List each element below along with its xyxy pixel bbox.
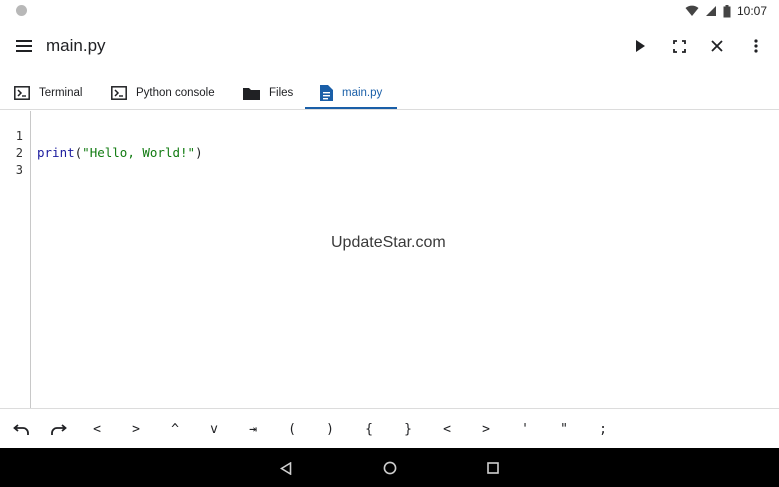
key-paren-close[interactable]: ) (317, 417, 343, 441)
line-number-gutter: 1 2 3 (0, 111, 31, 408)
tab-python-console[interactable]: Python console (111, 76, 215, 110)
recents-icon[interactable] (484, 459, 502, 477)
tab-terminal[interactable]: Terminal (14, 76, 82, 110)
code-paren-close: ) (195, 145, 203, 160)
signal-icon (705, 5, 717, 17)
line-number: 1 (15, 129, 23, 143)
menu-icon[interactable] (12, 34, 36, 58)
page-title: main.py (46, 36, 106, 55)
more-vert-icon[interactable] (744, 34, 768, 58)
status-indicators: 10:07 (685, 3, 767, 19)
code-editor[interactable]: 1 2 3 print("Hello, World!") UpdateStar.… (0, 111, 779, 408)
key-arrow-up[interactable]: ^ (162, 417, 188, 441)
tab-bar: Terminal Python console Files main.py (0, 76, 779, 110)
folder-icon (243, 87, 260, 100)
file-icon (320, 85, 333, 101)
tab-label: Terminal (39, 87, 83, 99)
battery-icon (723, 4, 731, 18)
play-icon[interactable] (628, 34, 652, 58)
key-arrow-right[interactable]: > (123, 417, 149, 441)
wifi-icon (685, 5, 699, 17)
tab-label: Files (269, 87, 294, 99)
active-tab-indicator (305, 107, 397, 109)
notification-dot-icon (16, 5, 27, 16)
line-number: 2 (15, 146, 23, 160)
code-string: "Hello, World!" (82, 145, 196, 160)
fullscreen-icon[interactable] (667, 34, 691, 58)
home-icon[interactable] (381, 459, 399, 477)
key-greater-than[interactable]: > (473, 417, 499, 441)
line-number: 3 (15, 163, 23, 177)
back-icon[interactable] (277, 459, 295, 477)
key-paren-open[interactable]: ( (279, 417, 305, 441)
terminal-icon (14, 86, 30, 100)
system-nav-bar (0, 448, 779, 487)
redo-icon[interactable] (46, 417, 72, 441)
watermark-text: UpdateStar.com (331, 234, 446, 251)
key-single-quote[interactable]: ' (512, 417, 538, 441)
key-arrow-down[interactable]: v (201, 417, 227, 441)
key-less-than[interactable]: < (434, 417, 460, 441)
code-line-2[interactable]: print("Hello, World!") (37, 145, 203, 160)
status-bar: 10:07 (0, 0, 779, 22)
terminal-icon (111, 86, 127, 100)
app-bar: main.py (0, 22, 779, 70)
close-icon[interactable] (705, 34, 729, 58)
key-double-quote[interactable]: " (551, 417, 577, 441)
key-semicolon[interactable]: ; (590, 417, 616, 441)
code-function: print (37, 145, 75, 160)
undo-icon[interactable] (7, 417, 33, 441)
tab-files[interactable]: Files (243, 76, 293, 110)
tab-main-py[interactable]: main.py (320, 76, 382, 110)
key-brace-close[interactable]: } (395, 417, 421, 441)
key-arrow-left[interactable]: < (84, 417, 110, 441)
key-brace-open[interactable]: { (356, 417, 382, 441)
clock: 10:07 (736, 4, 767, 18)
tab-label: Python console (136, 87, 215, 99)
tab-label: main.py (342, 87, 383, 99)
key-tab[interactable]: ⇥ (240, 417, 266, 441)
extra-keys-bar: < > ^ v ⇥ ( ) { } < > ' " ; (0, 408, 779, 448)
